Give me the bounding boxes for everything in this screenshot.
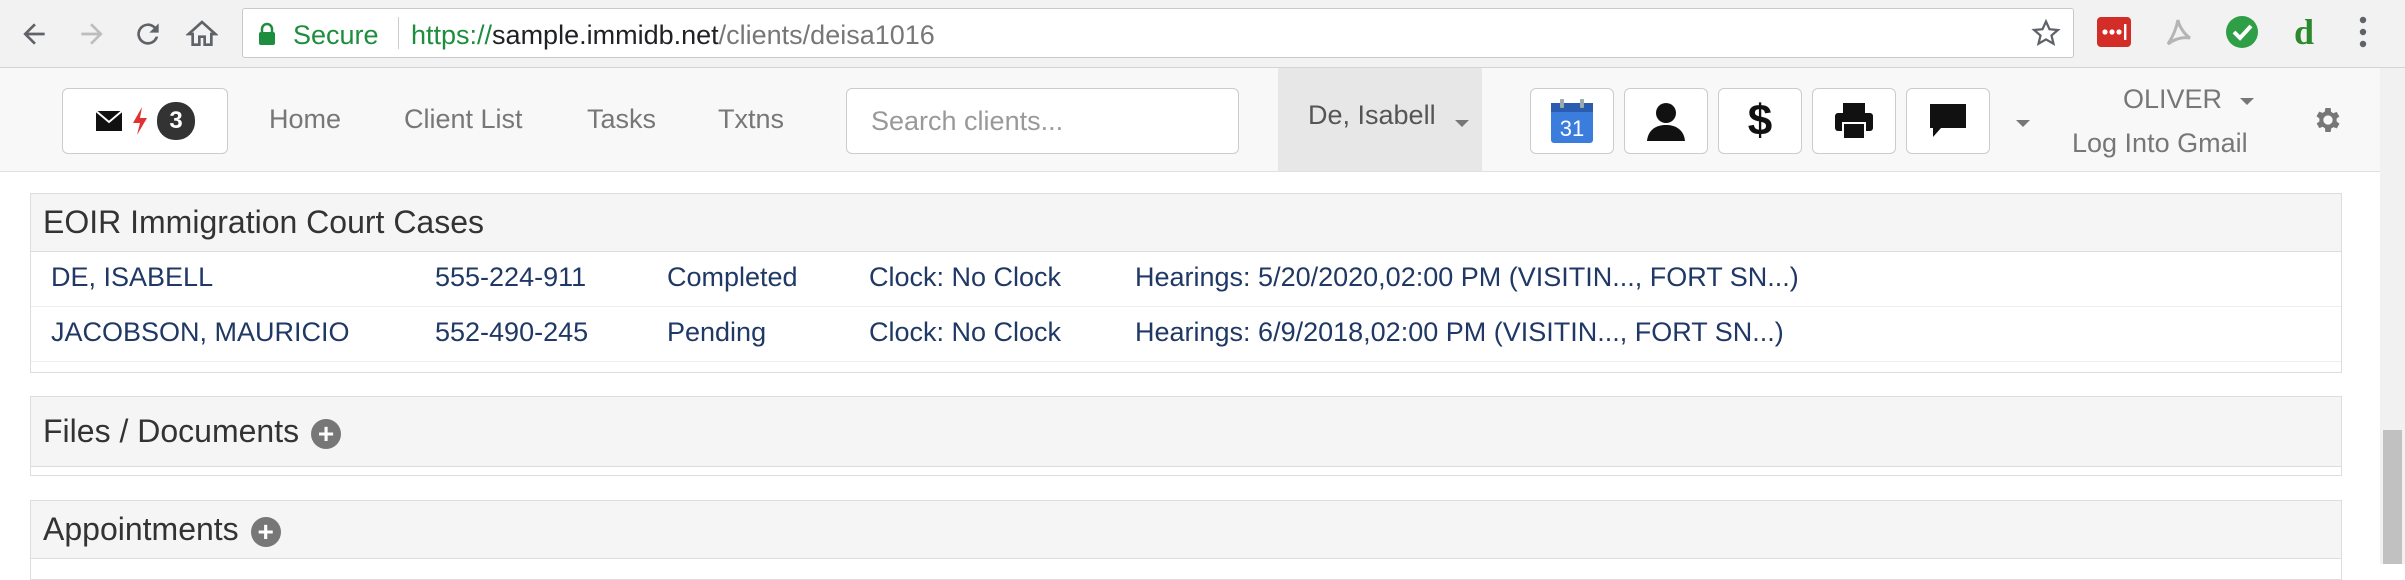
eoir-cases-panel: EOIR Immigration Court Cases DE, ISABELL… (30, 193, 2342, 373)
nav-link-txtns[interactable]: Txtns (718, 104, 784, 135)
calendar-button[interactable]: 31 (1530, 88, 1614, 154)
url-scheme: https:// (411, 20, 493, 50)
files-panel-title: Files / Documents (43, 413, 300, 449)
files-panel-header: Files / Documents + (31, 397, 2341, 467)
reload-button[interactable] (126, 12, 170, 56)
messages-button[interactable] (1906, 88, 1990, 154)
forward-arrow-icon (81, 23, 103, 45)
current-client-name: De, Isabell (1308, 100, 1436, 130)
files-documents-panel: Files / Documents + (30, 396, 2342, 476)
user-icon (1647, 103, 1685, 141)
case-name[interactable]: JACOBSON, MAURICIO (51, 317, 350, 348)
dollar-icon: $ (1747, 96, 1773, 145)
lock-icon (259, 22, 275, 45)
add-file-plus-icon[interactable]: + (311, 418, 342, 449)
address-bar[interactable]: Secure https://sample.immidb.net/clients… (242, 8, 2074, 58)
nav-link-tasks[interactable]: Tasks (587, 104, 656, 135)
home-button[interactable] (180, 12, 224, 56)
url-separator (398, 17, 399, 49)
case-status: Completed (667, 262, 798, 292)
eoir-panel-header: EOIR Immigration Court Cases (31, 194, 2341, 252)
current-client-dropdown[interactable]: De, Isabell (1278, 68, 1482, 171)
nav-link-home[interactable]: Home (269, 104, 341, 135)
case-name[interactable]: DE, ISABELL (51, 262, 213, 293)
d-extension-icon[interactable]: d (2286, 14, 2322, 50)
app-navbar: 3 Home Client List Tasks Txtns De, Isabe… (0, 68, 2380, 172)
calendar-day: 31 (1560, 116, 1584, 141)
eoir-panel-title: EOIR Immigration Court Cases (43, 204, 485, 240)
case-clock: Clock: No Clock (869, 262, 1062, 292)
browser-toolbar: Secure https://sample.immidb.net/clients… (0, 0, 2405, 68)
billing-button[interactable]: $ (1718, 88, 1802, 154)
gear-icon[interactable] (2312, 104, 2344, 136)
search-clients-input[interactable] (846, 88, 1239, 154)
case-row[interactable]: DE, ISABELL 555-224-911 Completed Clock:… (31, 252, 2341, 307)
lastpass-extension-icon[interactable] (2096, 14, 2132, 50)
appointments-panel-title: Appointments (43, 511, 239, 547)
case-a-number: 555-224-911 (435, 262, 587, 292)
printer-icon (1835, 103, 1873, 140)
chat-bubble-icon (1930, 104, 1966, 137)
envelope-icon (95, 110, 123, 131)
case-a-number: 552-490-245 (435, 317, 589, 347)
notification-count-badge: 3 (157, 102, 195, 140)
calendar-icon: 31 (1551, 99, 1593, 143)
print-button[interactable] (1812, 88, 1896, 154)
case-status: Pending (667, 317, 767, 347)
tools-dropdown-caret-icon[interactable] (2016, 120, 2030, 127)
case-hearings: Hearings: 6/9/2018,02:00 PM (VISITIN...,… (1135, 317, 1784, 347)
notifications-button[interactable]: 3 (62, 88, 228, 154)
home-icon (186, 20, 218, 46)
bookmark-star-icon[interactable] (2031, 18, 2061, 48)
url-text[interactable]: https://sample.immidb.net/clients/deisa1… (411, 20, 935, 51)
appointments-panel: Appointments + (30, 500, 2342, 580)
check-extension-icon[interactable] (2224, 14, 2260, 50)
forward-button[interactable] (70, 12, 114, 56)
back-button[interactable] (12, 12, 56, 56)
add-appointment-plus-icon[interactable]: + (250, 516, 281, 547)
contact-button[interactable] (1624, 88, 1708, 154)
svg-text:d: d (2294, 14, 2314, 50)
secure-label: Secure (293, 20, 379, 50)
user-chevron-down-icon[interactable] (2240, 98, 2254, 105)
user-menu[interactable]: OLIVER (2123, 84, 2222, 115)
back-arrow-icon (23, 23, 45, 45)
case-clock: Clock: No Clock (869, 317, 1062, 347)
case-hearings: Hearings: 5/20/2020,02:00 PM (VISITIN...… (1135, 262, 1799, 292)
lightning-icon (133, 107, 147, 135)
scrollbar-thumb[interactable] (2383, 430, 2402, 564)
nav-link-client-list[interactable]: Client List (404, 104, 523, 135)
appointments-panel-header: Appointments + (31, 501, 2341, 559)
log-into-gmail-link[interactable]: Log Into Gmail (2072, 128, 2248, 159)
browser-menu-icon[interactable] (2357, 14, 2369, 50)
case-row[interactable]: JACOBSON, MAURICIO 552-490-245 Pending C… (31, 307, 2341, 362)
chevron-down-icon (1455, 120, 1469, 127)
reload-icon (137, 23, 159, 45)
url-path: /clients/deisa1016 (718, 20, 935, 50)
pdf-extension-icon[interactable] (2160, 14, 2196, 50)
url-host: sample.immidb.net (492, 20, 719, 50)
